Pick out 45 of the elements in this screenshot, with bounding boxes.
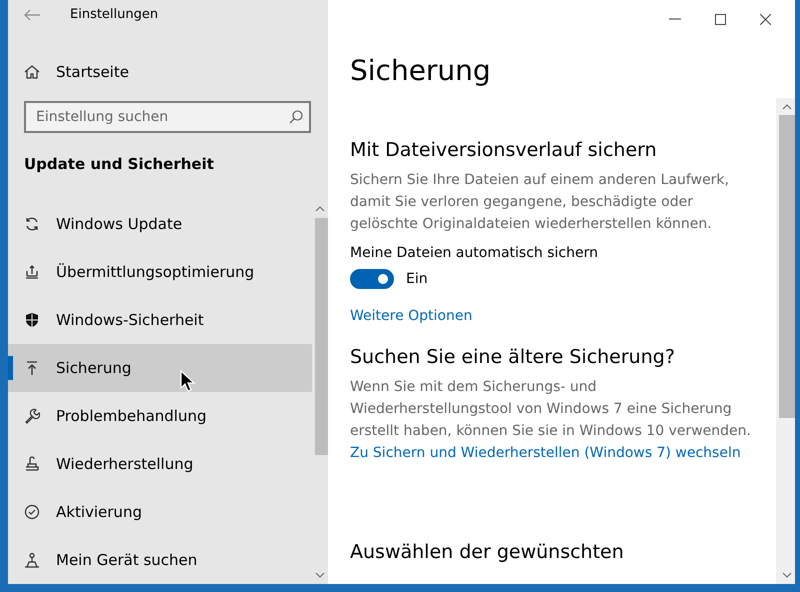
scroll-up-icon[interactable] bbox=[315, 206, 325, 212]
close-icon[interactable] bbox=[760, 14, 771, 24]
window-title: Einstellungen bbox=[70, 7, 158, 22]
upload-tray-icon bbox=[24, 264, 40, 280]
toggle-label: Meine Dateien automatisch sichern bbox=[350, 245, 599, 261]
section-heading: Auswählen der gewünschten bbox=[350, 541, 625, 563]
nav-item[interactable]: Übermittlungsoptimierung bbox=[8, 248, 312, 296]
section-heading: Mit Dateiversionsverlauf sichern bbox=[350, 139, 658, 161]
search-icon bbox=[289, 110, 303, 124]
nav-item[interactable]: Windows Update bbox=[8, 200, 312, 248]
nav-item[interactable]: Mein Gerät suchen bbox=[8, 536, 312, 584]
scroll-down-icon[interactable] bbox=[315, 572, 325, 578]
person-pin-icon bbox=[24, 552, 40, 568]
nav-item[interactable]: Aktivierung bbox=[8, 488, 312, 536]
home-icon[interactable] bbox=[24, 64, 40, 80]
windows7-backup-link[interactable]: Zu Sichern und Wiederherstellen (Windows 7) wechseln bbox=[350, 445, 741, 461]
scroll-up-icon[interactable] bbox=[782, 104, 792, 110]
section-description: Wenn Sie mit dem Sicherungs- und Wiederherstellungstool von Windows 7 eine Sicherung erstellt haben, können Sie sie in Windows 10 verwenden. bbox=[350, 378, 752, 441]
nav-item[interactable]: Wiederherstellung bbox=[8, 440, 312, 488]
scroll-down-icon[interactable] bbox=[782, 572, 792, 578]
search-field[interactable]: Einstellung suchen bbox=[24, 100, 311, 133]
nav-item[interactable]: Problembehandlung bbox=[8, 392, 312, 440]
upload-icon bbox=[24, 360, 40, 376]
selection-indicator bbox=[8, 356, 13, 380]
shield-icon bbox=[24, 312, 40, 328]
mouse-cursor-icon bbox=[180, 370, 196, 392]
toggle-switch[interactable] bbox=[350, 269, 394, 289]
back-arrow-icon[interactable] bbox=[24, 8, 40, 21]
section-description: Sichern Sie Ihre Dateien auf einem anderen Laufwerk, damit Sie verloren gegangene, beschädigte oder gelöschte Originaldateien wiederherstellen können. bbox=[350, 171, 730, 234]
nav-item[interactable]: Windows-Sicherheit bbox=[8, 296, 312, 344]
check-circle-icon bbox=[24, 504, 40, 520]
refresh-icon bbox=[24, 216, 40, 232]
nav-item[interactable]: Sicherung bbox=[8, 344, 312, 392]
maximize-icon[interactable] bbox=[715, 14, 726, 24]
section-heading: Suchen Sie eine ältere Sicherung? bbox=[350, 346, 676, 368]
scrollbar-thumb[interactable] bbox=[779, 115, 795, 418]
minimize-icon[interactable] bbox=[669, 18, 681, 20]
section-heading: Update und Sicherheit bbox=[24, 154, 214, 173]
scrollbar-thumb[interactable] bbox=[315, 218, 328, 455]
page-title: Sicherung bbox=[350, 54, 492, 87]
more-options-link[interactable]: Weitere Optionen bbox=[350, 308, 472, 324]
wrench-icon bbox=[24, 408, 40, 424]
home-link[interactable]: Startseite bbox=[56, 63, 129, 81]
restore-icon bbox=[24, 456, 40, 472]
toggle-state-text: Ein bbox=[406, 271, 428, 287]
